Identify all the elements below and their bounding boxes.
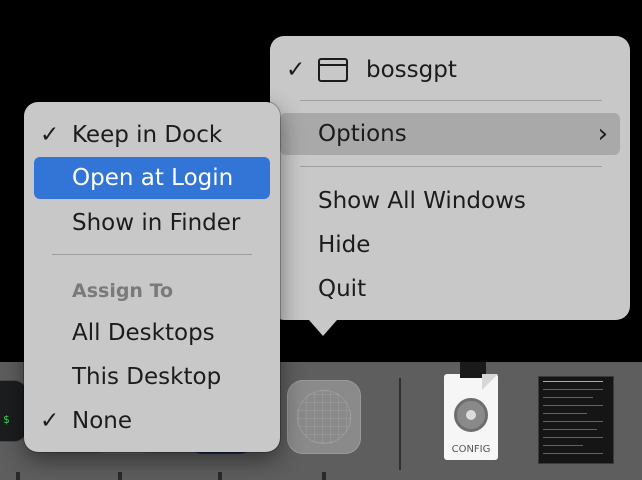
menu-item-label: All Desktops bbox=[72, 320, 215, 346]
menu-item-label: Keep in Dock bbox=[72, 122, 223, 148]
menu-item-label: Show in Finder bbox=[72, 210, 241, 236]
page-fold-icon bbox=[482, 374, 498, 390]
dock-app-bossgpt[interactable] bbox=[287, 380, 361, 454]
menu-pointer bbox=[309, 320, 337, 336]
menu-item-app-window[interactable]: ✓ bossgpt bbox=[280, 49, 620, 91]
menu-item-label: Options bbox=[318, 121, 407, 147]
running-indicator bbox=[118, 472, 122, 480]
menu-item-label: Open at Login bbox=[72, 165, 234, 191]
menu-item-show-in-finder[interactable]: Show in Finder bbox=[34, 202, 270, 244]
window-line bbox=[543, 413, 587, 414]
menu-item-this-desktop[interactable]: This Desktop bbox=[34, 356, 270, 398]
window-line bbox=[543, 437, 603, 438]
app-icon-grid bbox=[297, 390, 351, 444]
window-line bbox=[543, 389, 603, 390]
dock-minimized-window[interactable] bbox=[538, 376, 614, 464]
menu-item-all-desktops[interactable]: All Desktops bbox=[34, 312, 270, 354]
menu-separator bbox=[300, 166, 602, 167]
menu-item-quit[interactable]: Quit bbox=[280, 268, 620, 310]
menu-item-open-at-login[interactable]: Open at Login bbox=[34, 157, 270, 199]
menu-separator bbox=[52, 254, 252, 255]
options-submenu: ✓ Keep in Dock Open at Login Show in Fin… bbox=[24, 102, 280, 452]
gear-icon bbox=[454, 398, 488, 432]
menu-item-label: This Desktop bbox=[72, 364, 222, 390]
menu-item-hide[interactable]: Hide bbox=[280, 224, 620, 266]
dock-divider bbox=[399, 378, 401, 470]
menu-item-label: None bbox=[72, 408, 133, 434]
app-context-menu: ✓ bossgpt Options › Show All Windows Hid… bbox=[270, 36, 630, 320]
running-indicator bbox=[16, 472, 20, 480]
section-header-label: Assign To bbox=[72, 280, 174, 302]
window-line bbox=[543, 405, 603, 406]
checkmark-icon: ✓ bbox=[40, 122, 60, 148]
chevron-right-icon: › bbox=[597, 119, 608, 149]
terminal-prompt: $ bbox=[3, 413, 10, 426]
menu-item-label: Quit bbox=[318, 276, 367, 302]
window-line bbox=[543, 421, 603, 422]
file-label: CONFIG bbox=[451, 444, 491, 455]
section-header-assign-to: Assign To bbox=[34, 270, 270, 312]
window-line bbox=[543, 429, 597, 430]
menu-item-keep-in-dock[interactable]: ✓ Keep in Dock bbox=[34, 114, 270, 156]
menu-item-label: Hide bbox=[318, 232, 371, 258]
window-line bbox=[543, 453, 603, 454]
checkmark-icon: ✓ bbox=[40, 408, 60, 434]
menu-item-none[interactable]: ✓ None bbox=[34, 400, 270, 442]
menu-separator bbox=[300, 100, 602, 101]
menu-item-label: Show All Windows bbox=[318, 188, 526, 214]
menu-item-options[interactable]: Options › bbox=[280, 113, 620, 155]
running-indicator bbox=[322, 472, 326, 480]
window-icon bbox=[318, 58, 348, 82]
window-line bbox=[543, 397, 593, 398]
dock-file-config[interactable]: CONFIG bbox=[444, 362, 498, 460]
menu-item-show-all-windows[interactable]: Show All Windows bbox=[280, 180, 620, 222]
checkmark-icon: ✓ bbox=[286, 57, 306, 83]
window-line bbox=[543, 445, 583, 446]
running-indicator bbox=[218, 472, 222, 480]
window-line bbox=[543, 381, 603, 382]
